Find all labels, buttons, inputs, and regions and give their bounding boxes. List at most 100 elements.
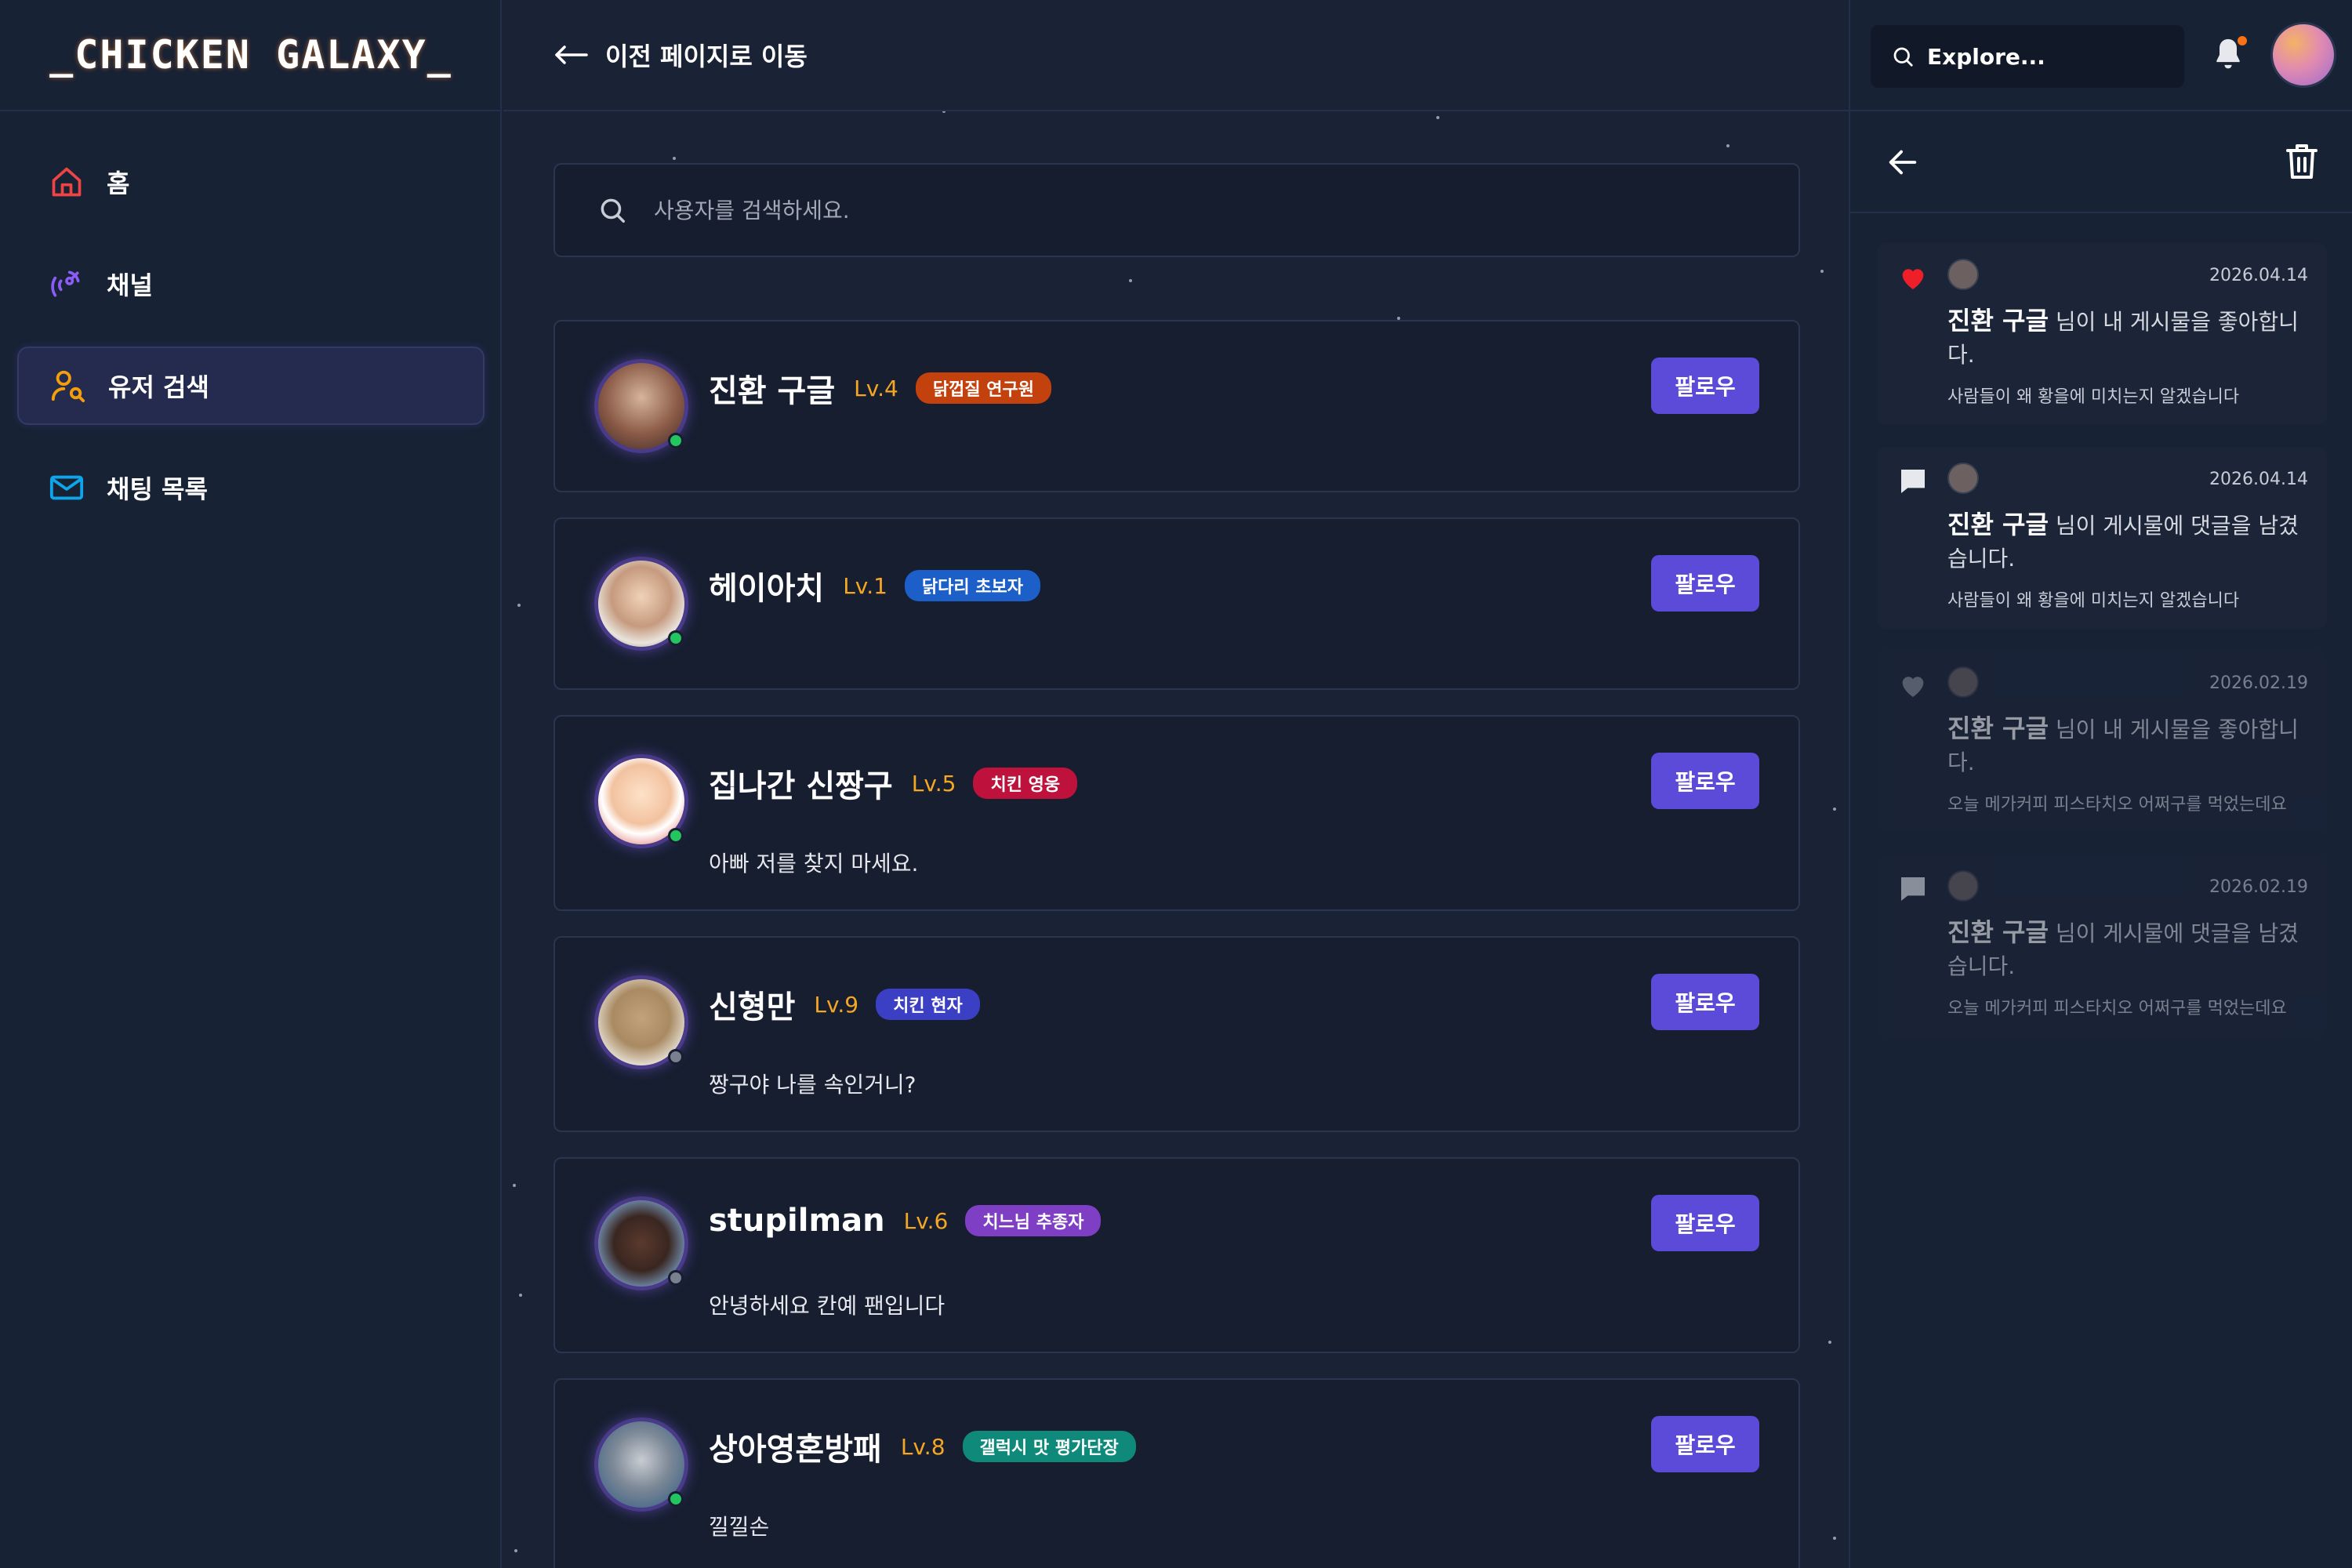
user-bio: 아빠 저를 찾지 마세요. [709, 851, 919, 877]
notification-date: 2026.02.19 [2209, 673, 2308, 693]
user-level: Lv.9 [814, 991, 859, 1018]
follow-button[interactable]: 팔로우 [1651, 358, 1759, 414]
user-avatar[interactable] [594, 359, 688, 453]
search-icon [1893, 47, 1913, 67]
notification-avatar [1947, 870, 1979, 902]
user-level: Lv.5 [911, 770, 956, 797]
comment-icon [1901, 470, 1925, 493]
user-card[interactable]: 상아영혼방패 Lv.8 갤럭시 맛 평가단장 낄낄손 팔로우 [554, 1378, 1800, 1568]
notification-item[interactable]: 2026.04.14 진환 구글 님이 내 게시물을 좋아합니다. 사람들이 왜… [1877, 243, 2327, 425]
notification-item[interactable]: 2026.04.14 진환 구글 님이 게시물에 댓글을 남겼습니다. 사람들이… [1877, 447, 2327, 629]
app-logo[interactable]: _CHICKEN GALAXY_ [0, 0, 502, 111]
notification-text: 진환 구글 님이 게시물에 댓글을 남겼습니다. [1947, 916, 2308, 983]
sidebar-item-channel[interactable]: 채널 [17, 245, 485, 323]
notification-text: 진환 구글 님이 내 게시물을 좋아합니다. [1947, 712, 2308, 779]
user-name[interactable]: 신형만 [709, 982, 795, 1027]
heart-icon [1902, 269, 1924, 289]
user-level: Lv.4 [854, 375, 898, 401]
user-card[interactable]: 헤이아치 Lv.1 닭다리 초보자 팔로우 [554, 517, 1800, 690]
star [517, 604, 521, 607]
user-title-badge: 치느님 추종자 [965, 1205, 1102, 1236]
user-title-badge: 치킨 영웅 [973, 768, 1078, 799]
user-avatar[interactable] [594, 975, 688, 1069]
follow-button[interactable]: 팔로우 [1651, 753, 1759, 809]
notification-snippet: 사람들이 왜 황을에 미치는지 알겠습니다 [1947, 591, 2240, 611]
user-search-box[interactable] [554, 163, 1800, 257]
user-name[interactable]: 집나간 신짱구 [709, 760, 893, 806]
sidebar-item-label: 채널 [107, 270, 153, 300]
back-link[interactable]: 이전 페이지로 이동 [552, 37, 808, 73]
user-name[interactable]: 상아영혼방패 [709, 1424, 882, 1469]
sidebar-item-label: 채팅 목록 [107, 474, 208, 504]
user-avatar[interactable] [594, 754, 688, 848]
comment-icon [1901, 877, 1925, 901]
sidebar-nav: 홈 채널 유저 검색 채팅 목록 [17, 143, 485, 550]
user-bio: 짱구야 나를 속인거니? [709, 1072, 916, 1098]
follow-button[interactable]: 팔로우 [1651, 555, 1759, 612]
online-status-dot [668, 828, 684, 844]
notification-snippet: 오늘 메가커피 피스타치오 어쩌구를 먹었는데요 [1947, 795, 2287, 815]
star [1833, 808, 1836, 811]
bell-icon[interactable] [2211, 36, 2249, 75]
sidebar-item-label: 유저 검색 [108, 372, 209, 402]
star [1820, 270, 1824, 273]
notification-snippet: 오늘 메가커피 피스타치오 어쩌구를 먹었는데요 [1947, 999, 2287, 1018]
notification-user: 진환 구글 [1947, 306, 2049, 336]
user-title-badge: 닭다리 초보자 [904, 570, 1041, 601]
trash-icon [2286, 144, 2318, 179]
user-search-input[interactable] [654, 197, 1673, 223]
arrow-left-icon [555, 45, 588, 64]
user-card[interactable]: 신형만 Lv.9 치킨 현자 짱구야 나를 속인거니? 팔로우 [554, 936, 1800, 1132]
profile-avatar[interactable] [2270, 22, 2336, 88]
delete-all-button[interactable] [2283, 141, 2322, 183]
sidebar-item-chat-list[interactable]: 채팅 목록 [17, 448, 485, 527]
offline-status-dot [668, 1049, 684, 1065]
user-name[interactable]: 진환 구글 [709, 365, 835, 411]
user-name[interactable]: stupilman [709, 1203, 885, 1239]
top-bar [1850, 0, 2352, 111]
heart-icon [1902, 677, 1924, 697]
user-avatar[interactable] [594, 1417, 688, 1512]
sidebar-item-label: 홈 [107, 169, 130, 198]
sidebar: _CHICKEN GALAXY_ 홈 채널 유저 검색 채팅 목록 [0, 0, 502, 1568]
notification-dot [2238, 36, 2247, 45]
notification-date: 2026.04.14 [2209, 470, 2308, 489]
follow-button[interactable]: 팔로우 [1651, 974, 1759, 1030]
notification-user: 진환 구글 [1947, 713, 2049, 743]
user-avatar[interactable] [594, 557, 688, 651]
main-header: 이전 페이지로 이동 [503, 0, 1849, 111]
notification-text: 진환 구글 님이 게시물에 댓글을 남겼습니다. [1947, 508, 2308, 575]
user-level: Lv.8 [900, 1433, 946, 1460]
home-icon [47, 162, 86, 201]
notification-date: 2026.02.19 [2209, 877, 2308, 897]
user-list: 진환 구글 Lv.4 닭껍질 연구원 팔로우 헤이아치 Lv.1 닭다리 초보자… [554, 320, 1800, 1568]
notification-list: 2026.04.14 진환 구글 님이 내 게시물을 좋아합니다. 사람들이 왜… [1877, 243, 2327, 1058]
sidebar-item-home[interactable]: 홈 [17, 143, 485, 221]
user-card[interactable]: 진환 구글 Lv.4 닭껍질 연구원 팔로우 [554, 320, 1800, 492]
notification-user: 진환 구글 [1947, 510, 2049, 539]
explore-input[interactable] [1927, 43, 2178, 70]
panel-back-button[interactable] [1885, 144, 1924, 183]
back-link-label: 이전 페이지로 이동 [605, 42, 808, 71]
offline-status-dot [668, 1270, 684, 1286]
sidebar-item-user-search[interactable]: 유저 검색 [17, 347, 485, 425]
user-card[interactable]: stupilman Lv.6 치느님 추종자 안녕하세요 칸예 팬입니다 팔로우 [554, 1157, 1800, 1353]
notification-item[interactable]: 2026.02.19 진환 구글 님이 게시물에 댓글을 남겼습니다. 오늘 메… [1877, 855, 2327, 1036]
user-name-row: stupilman Lv.6 치느님 추종자 [709, 1203, 1102, 1239]
user-name-row: 헤이아치 Lv.1 닭다리 초보자 [709, 563, 1041, 608]
follow-button[interactable]: 팔로우 [1651, 1195, 1759, 1251]
notification-avatar [1947, 259, 1979, 290]
notification-item[interactable]: 2026.02.19 진환 구글 님이 내 게시물을 좋아합니다. 오늘 메가커… [1877, 651, 2327, 833]
explore-search[interactable] [1871, 25, 2184, 88]
notification-avatar [1947, 463, 1979, 494]
mail-icon [47, 468, 86, 507]
star [519, 1294, 522, 1297]
user-card[interactable]: 집나간 신짱구 Lv.5 치킨 영웅 아빠 저를 찾지 마세요. 팔로우 [554, 715, 1800, 911]
follow-button[interactable]: 팔로우 [1651, 1416, 1759, 1472]
user-avatar[interactable] [594, 1196, 688, 1290]
notification-user: 진환 구글 [1947, 917, 2049, 947]
user-level: Lv.1 [843, 572, 887, 599]
user-name[interactable]: 헤이아치 [709, 563, 824, 608]
online-status-dot [668, 630, 684, 646]
user-title-badge: 갤럭시 맛 평가단장 [962, 1431, 1136, 1462]
